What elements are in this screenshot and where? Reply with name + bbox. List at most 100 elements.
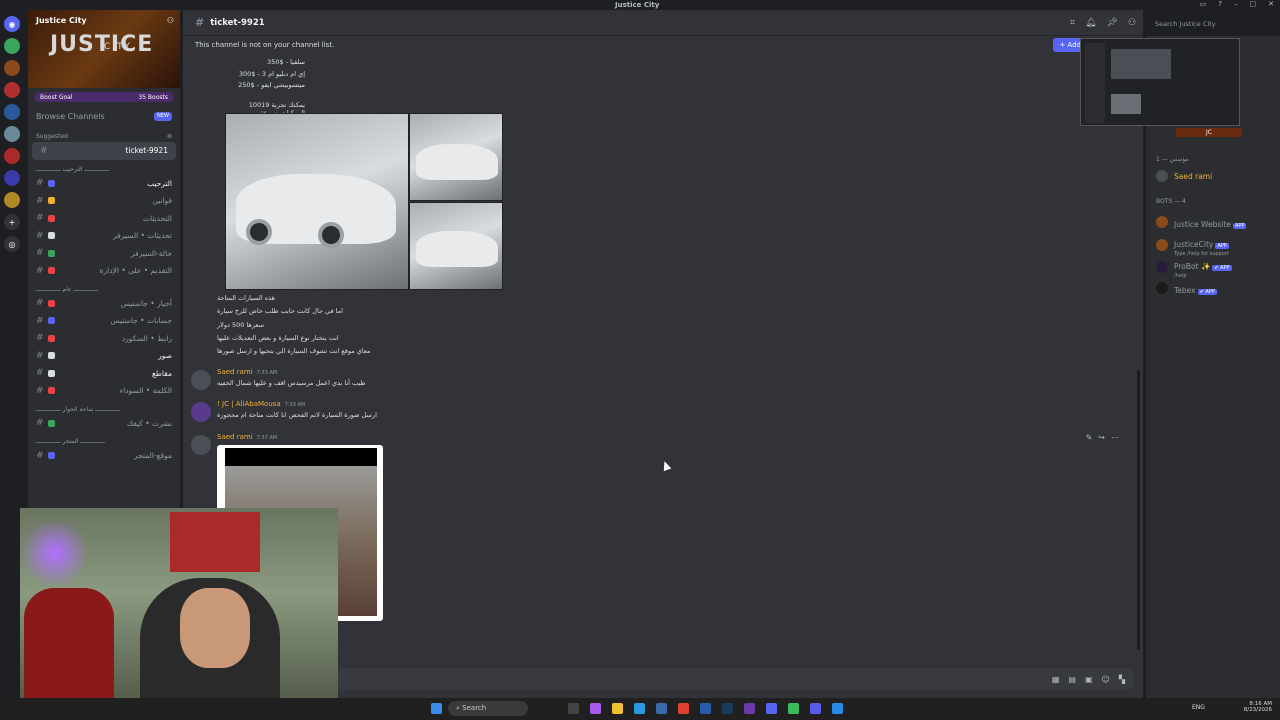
window-title: Justice City [615, 1, 660, 9]
car-photo[interactable] [409, 113, 503, 201]
channel-item[interactable]: # تحديثات • السيرفر [28, 227, 180, 245]
file-explorer-icon[interactable] [612, 703, 623, 714]
member-item[interactable]: ProBot ✨ ✔ APP/help [1156, 254, 1232, 279]
emoji-icon[interactable]: ☺ [1102, 675, 1110, 684]
server-icon[interactable] [4, 170, 20, 186]
edit-icon[interactable]: ✎ [1086, 433, 1093, 442]
channel-category[interactable]: ــــــــــــــ ساحة الحوار ـــــــــــــ… [28, 400, 180, 415]
channel-item[interactable]: # ticket-9921 [32, 142, 176, 160]
stream-preview[interactable] [1080, 38, 1240, 126]
channel-item[interactable]: # أخبار • جاستيس [28, 295, 180, 313]
threads-icon[interactable]: ⌗ [1070, 18, 1075, 28]
edge-icon[interactable] [634, 703, 645, 714]
hash-icon: # [36, 333, 44, 344]
server-banner[interactable]: Justice City ⚇ JUSTICE CITY [28, 10, 180, 88]
channel-item[interactable]: # التحديثات [28, 210, 180, 228]
help-icon[interactable]: ? [1218, 0, 1222, 8]
minimize-button[interactable]: – [1234, 0, 1238, 8]
channel-item[interactable]: # صور [28, 347, 180, 365]
channel-item[interactable]: # نشرت • كيفك [28, 415, 180, 433]
app-icon[interactable] [832, 703, 843, 714]
app-icon[interactable] [590, 703, 601, 714]
channel-item[interactable]: # رابط • السكورد [28, 330, 180, 348]
avatar[interactable] [191, 370, 211, 390]
sticker-icon[interactable]: ▣ [1085, 675, 1093, 684]
app-icon[interactable] [700, 703, 711, 714]
add-server-icon[interactable]: + [4, 214, 20, 230]
channel-emoji-icon [48, 299, 55, 307]
bell-icon[interactable]: 🔔︎ [1085, 18, 1096, 28]
close-button[interactable]: ✕ [1268, 0, 1274, 8]
language-indicator[interactable]: ENG [1192, 704, 1205, 711]
server-icon[interactable] [4, 192, 20, 208]
discord-taskbar-icon[interactable] [766, 703, 777, 714]
new-badge: NEW [154, 112, 172, 121]
gif-icon[interactable]: ▤ [1068, 675, 1076, 684]
server-icon[interactable] [4, 126, 20, 142]
search-input[interactable]: Search Justice City [1150, 18, 1272, 31]
channel-item[interactable]: # حالة-السيرفر [28, 245, 180, 263]
app-icon[interactable] [744, 703, 755, 714]
message-composer[interactable]: ▦ ▤ ▣ ☺ ▚ [338, 668, 1133, 690]
message[interactable]: ! JC | AliAbaMousa 7:33 AM ارسل صورة السي… [183, 400, 1133, 424]
close-icon[interactable]: ⊗ [167, 133, 172, 140]
chat-scrollbar[interactable] [1137, 370, 1140, 650]
boost-goal-bar[interactable]: Boost Goal 35 Boosts [34, 92, 174, 102]
server-icon[interactable] [4, 38, 20, 54]
member-group-header: BOTS — 4 [1156, 198, 1186, 205]
channel-item[interactable]: # الترحيب [28, 175, 180, 193]
car-photo[interactable] [409, 202, 503, 290]
member-group-header: مؤسس — 1 [1156, 156, 1189, 163]
browse-channels-button[interactable]: Browse Channels NEW [28, 106, 180, 127]
discord-home-icon[interactable]: ◉ [4, 16, 20, 32]
channel-item[interactable]: # الكلمة • السوداء [28, 382, 180, 400]
avatar[interactable] [191, 435, 211, 455]
channel-item[interactable]: # التقديم • على • الإدارة [28, 262, 180, 280]
server-name[interactable]: Justice City [36, 16, 87, 25]
header-toolbar: ⌗ 🔔︎ 📌︎ ⚇ [1070, 18, 1136, 28]
channel-category[interactable]: ــــــــــــــ عام ــــــــــــــ [28, 280, 180, 295]
more-icon[interactable]: ⋯ [1111, 433, 1119, 442]
apps-icon[interactable]: ▚ [1119, 675, 1125, 684]
car-photo[interactable] [225, 113, 409, 290]
message-author[interactable]: ! JC | AliAbaMousa 7:33 AM [217, 400, 305, 408]
steam-icon[interactable] [722, 703, 733, 714]
reply-icon[interactable]: ↪ [1098, 433, 1105, 442]
chrome-icon[interactable] [678, 703, 689, 714]
server-icon[interactable] [4, 104, 20, 120]
channel-item[interactable]: # مقاطع [28, 365, 180, 383]
channel-item[interactable]: # قوانين [28, 192, 180, 210]
member-item[interactable]: Justice Website APP [1156, 212, 1247, 231]
inbox-icon[interactable]: ▭ [1200, 0, 1207, 8]
channel-category[interactable]: ــــــــــــــ المتجر ــــــــــــــ [28, 432, 180, 447]
avatar[interactable] [191, 402, 211, 422]
discover-icon[interactable]: ◎ [4, 236, 20, 252]
message-author[interactable]: Saed rami 7:37 AM [217, 433, 277, 441]
members-icon[interactable]: ⚇ [1128, 18, 1136, 28]
car-photo-gallery[interactable] [225, 113, 503, 290]
app-icon[interactable] [788, 703, 799, 714]
gift-icon[interactable]: ▦ [1052, 675, 1060, 684]
message-author[interactable]: Saed rami 7:33 AM [217, 368, 277, 376]
task-view-icon[interactable] [568, 703, 579, 714]
channel-name: موقع-المتجر [133, 451, 172, 461]
add-member-icon[interactable]: ⚇ [167, 16, 174, 25]
channel-item[interactable]: # حسابات • جاستيس [28, 312, 180, 330]
channel-item[interactable]: # موقع-المتجر [28, 447, 180, 465]
app-icon[interactable] [810, 703, 821, 714]
maximize-button[interactable]: □ [1250, 0, 1257, 8]
hash-icon: # [36, 230, 44, 241]
taskbar: ⌕ Search ENG 8:16 AM 8/23/2026 [0, 698, 1280, 720]
clock[interactable]: 8:16 AM 8/23/2026 [1244, 701, 1272, 713]
server-icon[interactable] [4, 148, 20, 164]
member-item[interactable]: Tebex ✔ APP [1156, 278, 1217, 297]
member-item[interactable]: Saed rami [1156, 170, 1212, 182]
server-icon[interactable] [4, 60, 20, 76]
channel-category[interactable]: ــــــــــــــ الترحيب ــــــــــــــ [28, 160, 180, 175]
windows-start-icon[interactable] [431, 703, 442, 714]
taskbar-search[interactable]: ⌕ Search [448, 701, 528, 716]
pin-icon[interactable]: 📌︎ [1107, 18, 1118, 28]
app-icon[interactable] [656, 703, 667, 714]
message[interactable]: Saed rami 7:33 AM طيب أنا بدي اعمل مرسيدس… [183, 368, 1133, 392]
server-icon[interactable] [4, 82, 20, 98]
